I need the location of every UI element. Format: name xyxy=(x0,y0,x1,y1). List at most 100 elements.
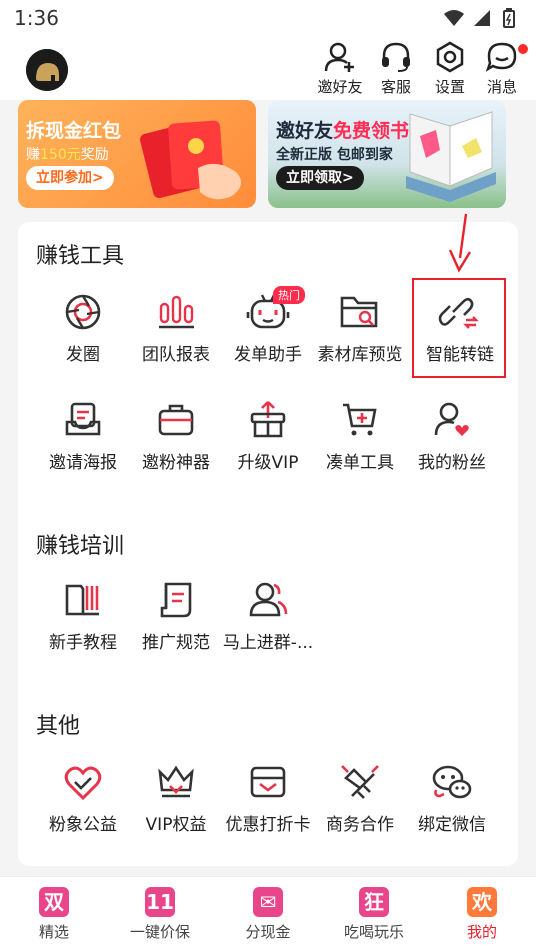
join-now-button[interactable]: 立即参加> xyxy=(26,166,114,190)
heart-hands-icon xyxy=(64,766,102,801)
avatar[interactable] xyxy=(26,49,68,91)
tool-invite-poster[interactable]: 邀请海报 xyxy=(35,400,131,490)
settings-button[interactable]: 设置 xyxy=(422,40,478,98)
free-book-title: 邀好友免费领书 xyxy=(276,116,409,143)
tool-material-preview[interactable]: 素材库预览 xyxy=(312,292,408,382)
message-icon xyxy=(485,42,517,72)
gift-box-upgrade-icon xyxy=(250,401,286,438)
tool-label: 发单助手 xyxy=(234,345,302,365)
free-book-title-prefix: 邀好友 xyxy=(276,120,334,142)
tool-fan-attractor[interactable]: 邀粉神器 xyxy=(128,400,224,490)
tab-mine[interactable]: 欢 我的 xyxy=(434,887,530,942)
tool-label: 优惠打折卡 xyxy=(225,815,311,835)
tool-label: 发圈 xyxy=(66,345,100,365)
price-protect-tab-icon: 11 xyxy=(145,887,175,917)
bar-chart-icon xyxy=(159,295,194,329)
open-book-icon xyxy=(65,584,99,616)
other-discount-card[interactable]: 优惠打折卡 xyxy=(220,762,316,852)
tool-label: 绑定微信 xyxy=(418,815,486,835)
tool-label: 粉象公益 xyxy=(49,815,117,835)
customer-service-button[interactable]: 客服 xyxy=(368,40,424,98)
tool-label: VIP权益 xyxy=(145,815,207,835)
training-title: 赚钱培训 xyxy=(36,534,125,559)
messages-button[interactable]: 消息 xyxy=(474,40,530,98)
other-charity[interactable]: 粉象公益 xyxy=(35,762,131,852)
book-illustration xyxy=(406,111,496,202)
tab-label: 分现金 xyxy=(245,923,291,941)
document-rules-icon xyxy=(160,582,192,618)
tool-label: 推广规范 xyxy=(142,633,210,653)
tool-team-report[interactable]: 团队报表 xyxy=(128,292,224,382)
red-packet-subtitle: 赚150元奖励 xyxy=(26,144,109,164)
tab-label: 我的 xyxy=(466,923,497,941)
tool-bundle-order[interactable]: 凑单工具 xyxy=(312,400,408,490)
other-title: 其他 xyxy=(36,714,81,739)
tool-label: 素材库预览 xyxy=(317,345,403,365)
camera-aperture-icon xyxy=(65,294,101,330)
featured-tab-icon: 双 xyxy=(39,887,69,917)
free-book-subtitle: 全新正版 包邮到家 xyxy=(276,147,393,163)
invite-friend-label: 邀好友 xyxy=(317,78,363,96)
training-promotion-rules[interactable]: 推广规范 xyxy=(128,580,224,670)
hot-badge: 热门 xyxy=(273,286,305,304)
status-time: 1:36 xyxy=(14,6,59,30)
shopping-cart-add-icon xyxy=(343,403,377,436)
annotation-arrow-icon xyxy=(448,213,472,273)
red-packet-banner[interactable]: 拆现金红包 赚150元奖励 立即参加> xyxy=(18,100,256,208)
settings-label: 设置 xyxy=(434,78,465,96)
mine-tab-icon: 欢 xyxy=(467,887,497,917)
claim-now-button[interactable]: 立即领取> xyxy=(276,166,364,190)
training-beginner-tutorial[interactable]: 新手教程 xyxy=(35,580,131,670)
other-business-cooperation[interactable]: 商务合作 xyxy=(312,762,408,852)
settings-hex-icon xyxy=(436,41,464,73)
user-heart-icon xyxy=(434,402,469,436)
food-fun-tab-icon: 狂 xyxy=(359,887,389,917)
folder-search-icon xyxy=(340,296,378,328)
other-vip-benefits[interactable]: VIP权益 xyxy=(128,762,224,852)
tool-label: 我的粉丝 xyxy=(418,453,486,473)
coupon-card-icon xyxy=(250,766,286,798)
headset-icon xyxy=(382,42,410,72)
tab-price-protect[interactable]: 11 一键价保 xyxy=(112,887,208,942)
tool-label: 升级VIP xyxy=(237,453,299,473)
red-packet-amount: 150元 xyxy=(40,147,81,163)
tool-upgrade-vip[interactable]: 升级VIP xyxy=(220,400,316,490)
tool-post-assistant[interactable]: 热门 发单助手 xyxy=(220,286,316,382)
tool-moments[interactable]: 发圈 xyxy=(35,292,131,382)
red-packet-title: 拆现金红包 xyxy=(26,120,122,142)
bottom-tab-bar: 双 精选 11 一键价保 ✉ 分现金 狂 吃喝玩乐 欢 我的 xyxy=(0,876,536,952)
crown-icon xyxy=(158,765,194,798)
status-bar: 1:36 xyxy=(0,0,536,36)
tab-label: 吃喝玩乐 xyxy=(343,923,404,941)
messages-label: 消息 xyxy=(486,78,517,96)
wechat-icon xyxy=(432,765,472,799)
group-users-icon xyxy=(249,582,288,617)
customer-service-label: 客服 xyxy=(380,78,411,96)
tab-share-cash[interactable]: ✉ 分现金 xyxy=(220,887,316,942)
tool-label: 马上进群-... xyxy=(222,633,314,653)
other-bind-wechat[interactable]: 绑定微信 xyxy=(404,762,500,852)
tab-food-fun[interactable]: 狂 吃喝玩乐 xyxy=(326,887,422,942)
poster-tray-icon xyxy=(65,402,101,436)
elephant-avatar-icon xyxy=(26,49,68,91)
training-join-group[interactable]: 马上进群-... xyxy=(220,580,316,670)
add-friend-icon xyxy=(324,42,354,72)
invite-friend-button[interactable]: 邀好友 xyxy=(312,40,368,98)
red-packet-sub-suffix: 奖励 xyxy=(80,147,109,163)
share-cash-tab-icon: ✉ xyxy=(253,887,283,917)
unread-dot xyxy=(518,44,528,54)
briefcase-icon xyxy=(158,404,194,436)
highlight-box xyxy=(412,278,506,378)
tool-label: 邀粉神器 xyxy=(142,453,210,473)
handshake-icon xyxy=(341,765,379,799)
free-book-banner[interactable]: 邀好友免费领书 全新正版 包邮到家 立即领取> xyxy=(268,100,506,208)
system-status-icons xyxy=(444,8,515,28)
red-packet-sub-prefix: 赚 xyxy=(26,147,40,163)
earn-tools-title: 赚钱工具 xyxy=(36,244,125,269)
tab-featured[interactable]: 双 精选 xyxy=(6,887,102,942)
red-envelopes-illustration xyxy=(140,120,242,200)
tool-label: 新手教程 xyxy=(49,633,117,653)
tool-my-fans[interactable]: 我的粉丝 xyxy=(404,400,500,490)
tool-label: 商务合作 xyxy=(326,815,394,835)
profile-header: 邀好友 客服 设置 消息 xyxy=(0,36,536,100)
